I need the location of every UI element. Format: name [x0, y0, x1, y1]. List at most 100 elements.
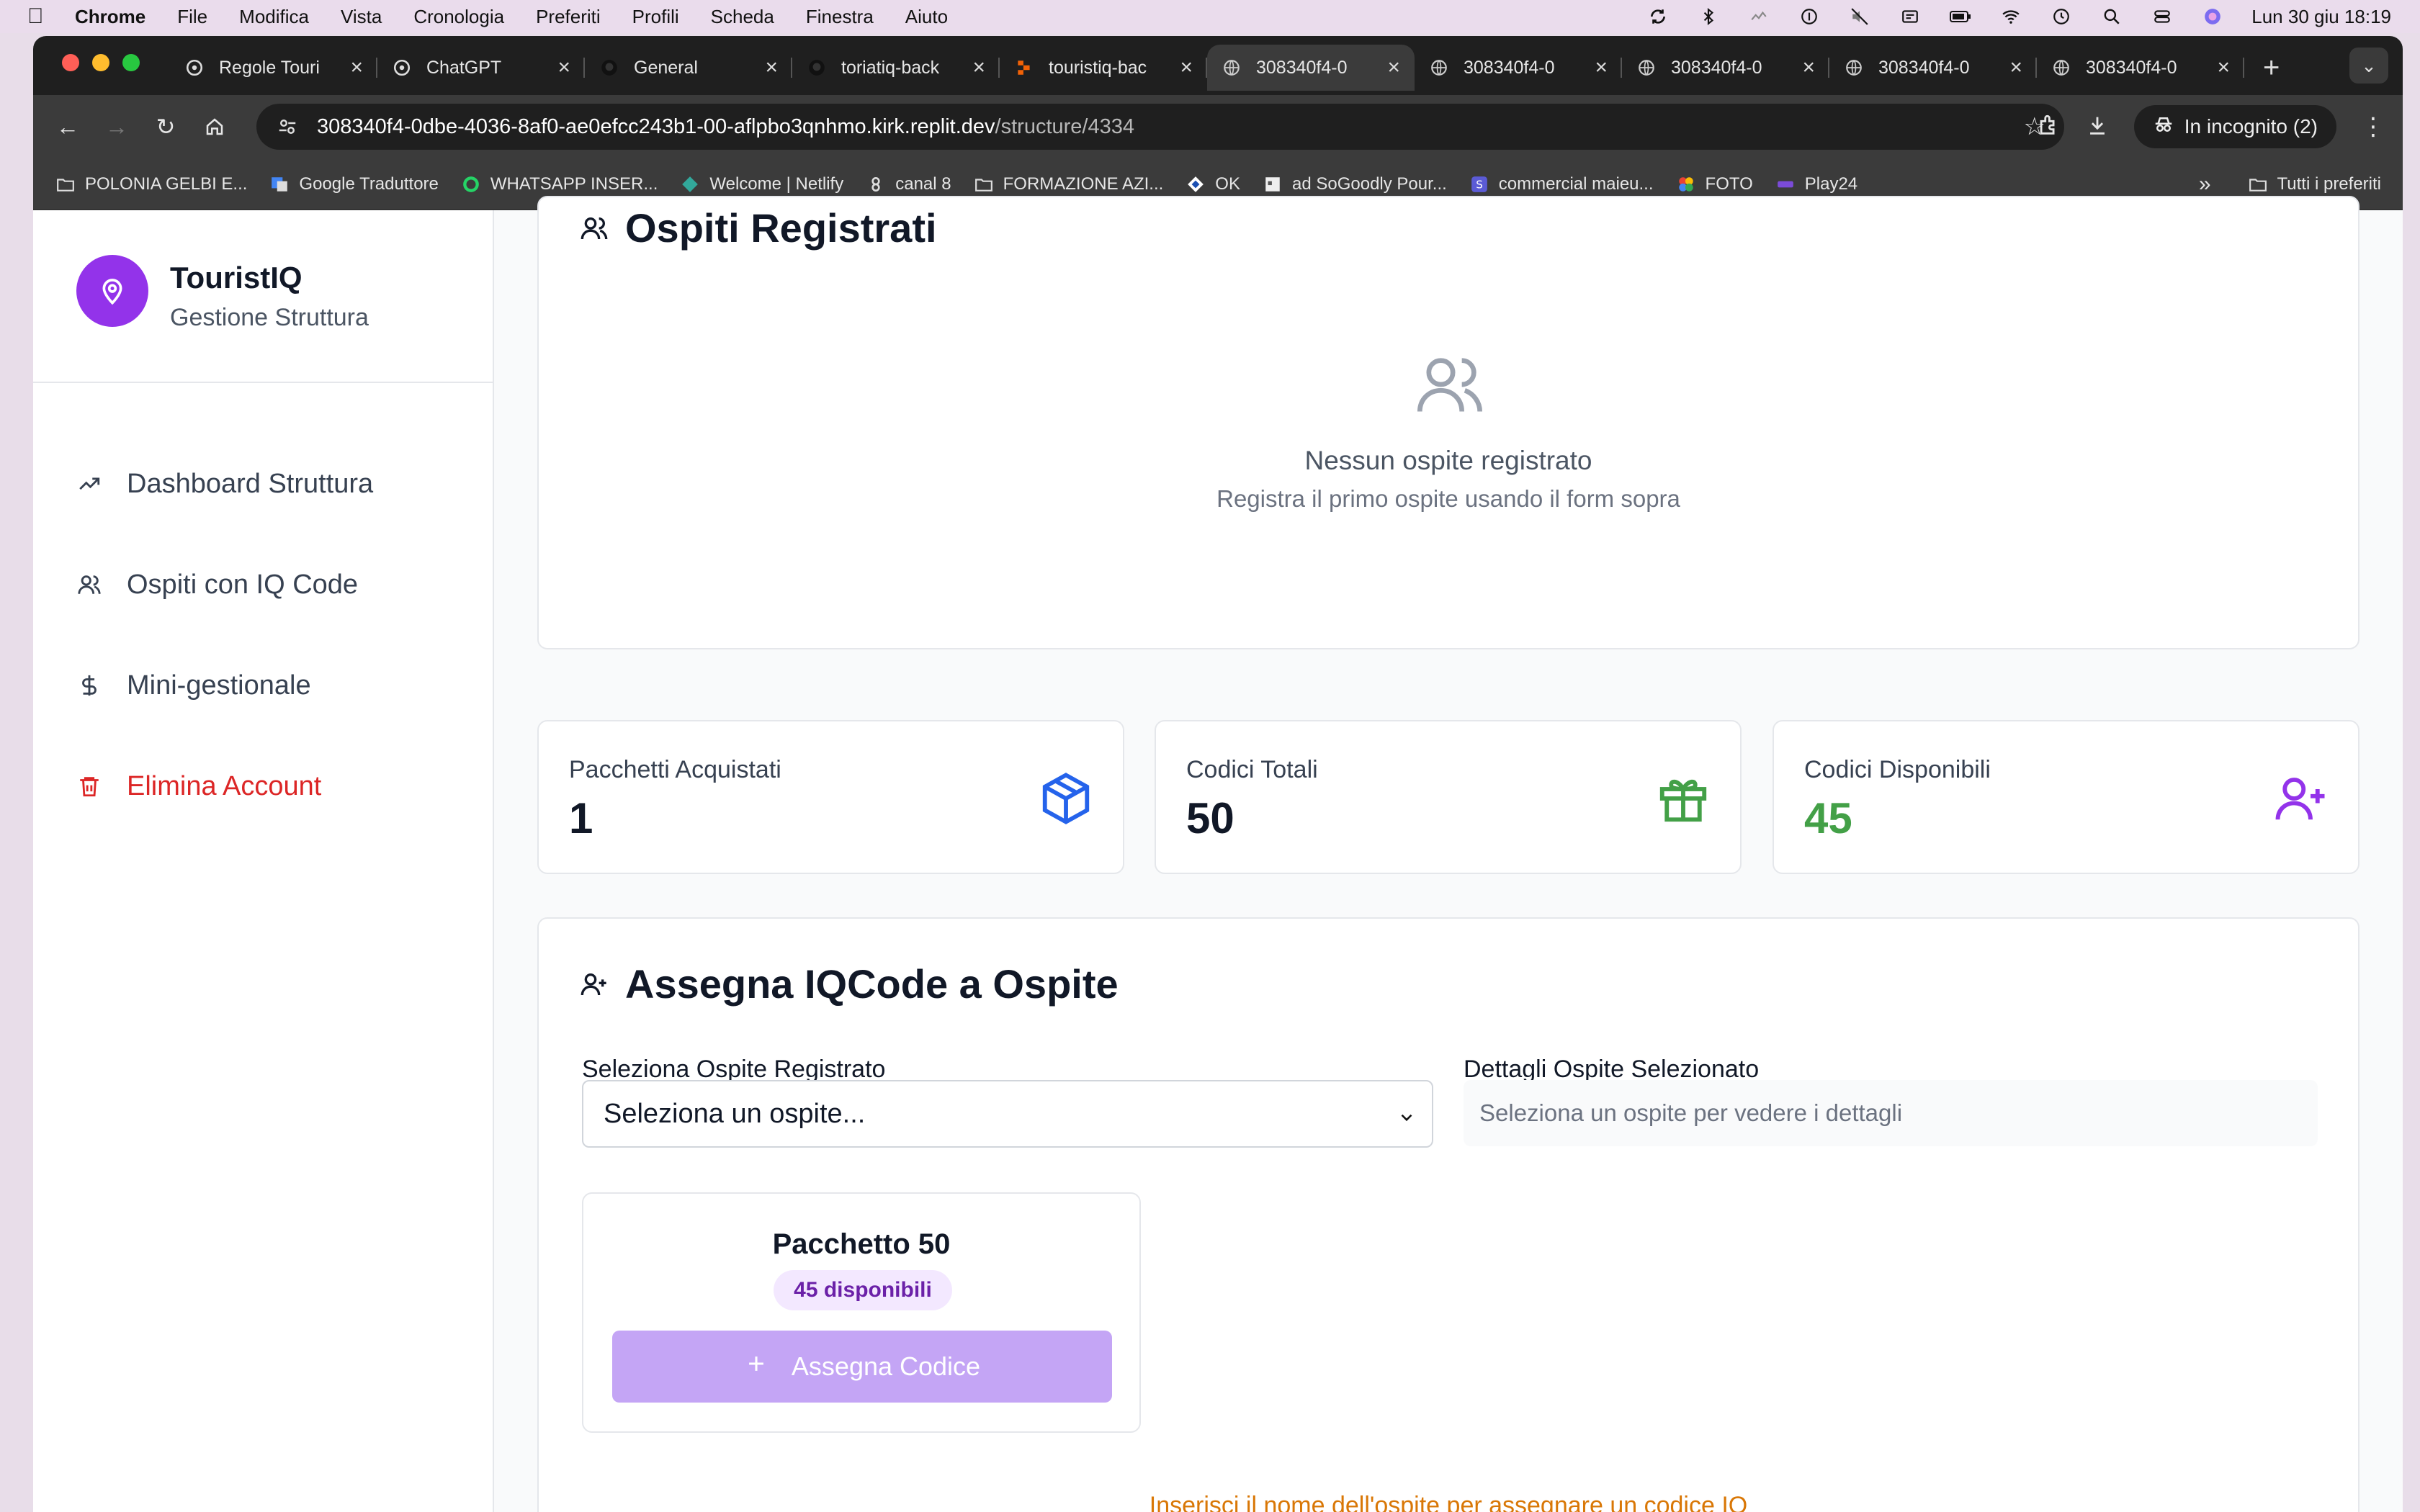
stat-card-total-codes: Codici Totali 50: [1155, 720, 1742, 874]
browser-tab-active[interactable]: 308340f4-0 ×: [1207, 45, 1415, 91]
bookmark-item[interactable]: ad SoGoodly Pour...: [1262, 174, 1447, 194]
bookmark-item[interactable]: Welcome | Netlify: [679, 174, 843, 194]
address-bar[interactable]: 308340f4-0dbe-4036-8af0-ae0efcc243b1-00-…: [256, 104, 2064, 150]
zoom-window-button[interactable]: [122, 54, 140, 71]
bookmark-item[interactable]: FOTO: [1675, 174, 1753, 194]
user-plus-icon: [2273, 770, 2329, 827]
close-tab-icon[interactable]: ×: [557, 55, 570, 80]
accessibility-icon[interactable]: [1798, 7, 1821, 26]
tab-search-chevron-icon[interactable]: ⌄: [2349, 48, 2388, 84]
close-tab-icon[interactable]: ×: [1387, 55, 1400, 80]
incognito-label: In incognito (2): [2184, 115, 2318, 138]
more-menu-icon[interactable]: ⋮: [2361, 112, 2385, 141]
stat-label: Pacchetti Acquistati: [569, 756, 781, 783]
browser-tab[interactable]: toriatiq-back ×: [792, 45, 1000, 91]
assign-title: Assegna IQCode a Ospite: [579, 960, 1119, 1007]
time-machine-icon[interactable]: [2050, 7, 2073, 26]
bookmark-item[interactable]: Google Traduttore: [269, 174, 439, 194]
tab-title: toriatiq-back: [841, 57, 940, 78]
menu-vista[interactable]: Vista: [341, 6, 382, 28]
search-icon[interactable]: [2100, 7, 2123, 26]
sidebar-item-guests[interactable]: Ospiti con IQ Code: [33, 534, 493, 635]
stat-card-packages: Pacchetti Acquistati 1: [537, 720, 1124, 874]
apple-icon[interactable]: : [27, 4, 56, 29]
mute-icon[interactable]: [1848, 7, 1871, 26]
trash-icon: [76, 773, 102, 799]
bookmark-item[interactable]: Scommercial maieu...: [1469, 174, 1654, 194]
extensions-icon[interactable]: [2036, 113, 2061, 141]
guests-title-text: Ospiti Registrati: [625, 205, 937, 251]
tab-strip: Regole Touri × ChatGPT × General × toria…: [33, 36, 2403, 95]
folder-icon: [973, 174, 995, 194]
sync-icon[interactable]: [1646, 7, 1670, 26]
browser-tab[interactable]: General ×: [585, 45, 792, 91]
folder-icon: [2247, 174, 2269, 194]
map-pin-icon: [76, 255, 148, 327]
close-tab-icon[interactable]: ×: [972, 55, 985, 80]
siri-icon[interactable]: [2201, 7, 2224, 26]
browser-tab[interactable]: 308340f4-0 ×: [1415, 45, 1622, 91]
close-tab-icon[interactable]: ×: [2217, 55, 2230, 80]
bookmark-item[interactable]: FORMAZIONE AZI...: [973, 174, 1163, 194]
all-bookmarks-folder[interactable]: Tutti i preferiti: [2247, 174, 2381, 194]
browser-tab[interactable]: touristiq-bac ×: [1000, 45, 1207, 91]
replit-icon: [1014, 58, 1034, 78]
more-bookmarks-chevron-icon[interactable]: »: [2199, 172, 2211, 197]
browser-tab[interactable]: 308340f4-0 ×: [2037, 45, 2244, 91]
close-tab-icon[interactable]: ×: [1595, 55, 1608, 80]
control-center-icon[interactable]: [2151, 7, 2174, 26]
close-window-button[interactable]: [62, 54, 79, 71]
reload-icon[interactable]: ↻: [151, 112, 180, 141]
minimize-window-button[interactable]: [92, 54, 109, 71]
bluetooth-icon[interactable]: [1697, 7, 1720, 26]
close-tab-icon[interactable]: ×: [350, 55, 363, 80]
close-tab-icon[interactable]: ×: [2009, 55, 2022, 80]
menu-preferiti[interactable]: Preferiti: [536, 6, 601, 28]
users-icon: [579, 213, 609, 243]
close-tab-icon[interactable]: ×: [1180, 55, 1193, 80]
browser-tab[interactable]: Regole Touri ×: [170, 45, 377, 91]
home-icon[interactable]: [200, 112, 229, 141]
close-tab-icon[interactable]: ×: [1802, 55, 1815, 80]
download-icon[interactable]: [2085, 113, 2110, 141]
ad-icon: [1262, 174, 1283, 194]
menu-profili[interactable]: Profili: [632, 6, 679, 28]
menu-modifica[interactable]: Modifica: [239, 6, 309, 28]
bookmark-item[interactable]: WHATSAPP INSER...: [460, 174, 658, 194]
battery-icon[interactable]: [1949, 7, 1972, 26]
site-settings-icon[interactable]: [275, 114, 300, 139]
menu-cronologia[interactable]: Cronologia: [413, 6, 504, 28]
back-arrow-icon[interactable]: ←: [53, 112, 82, 141]
menu-scheda[interactable]: Scheda: [711, 6, 774, 28]
browser-tab[interactable]: 308340f4-0 ×: [1622, 45, 1829, 91]
display-icon[interactable]: [1899, 7, 1922, 26]
close-tab-icon[interactable]: ×: [765, 55, 778, 80]
bookmark-item[interactable]: canal 8: [865, 174, 951, 194]
menu-aiuto[interactable]: Aiuto: [905, 6, 948, 28]
bookmark-item[interactable]: Play24: [1775, 174, 1857, 194]
bookmark-item[interactable]: OK: [1185, 174, 1240, 194]
sidebar-item-mini-gestionale[interactable]: Mini-gestionale: [33, 635, 493, 736]
incognito-icon: [2153, 114, 2174, 140]
dots-icon[interactable]: [1747, 7, 1770, 26]
wifi-icon[interactable]: [1999, 7, 2022, 26]
tab-title: touristiq-bac: [1049, 57, 1147, 78]
menubar-datetime[interactable]: Lun 30 giu 18:19: [2251, 6, 2391, 28]
menu-file[interactable]: File: [177, 6, 207, 28]
guest-select[interactable]: Seleziona un ospite...: [582, 1080, 1433, 1148]
new-tab-button[interactable]: +: [2263, 45, 2280, 91]
browser-tab[interactable]: 308340f4-0 ×: [1829, 45, 2037, 91]
incognito-indicator[interactable]: In incognito (2): [2133, 105, 2336, 148]
sidebar-item-label: Ospiti con IQ Code: [127, 569, 359, 600]
tab-title: 308340f4-0: [1878, 57, 1970, 78]
menu-app-chrome[interactable]: Chrome: [75, 6, 145, 28]
forward-arrow-icon[interactable]: →: [102, 112, 131, 141]
sidebar-item-dashboard[interactable]: Dashboard Struttura: [33, 433, 493, 534]
sidebar-item-delete-account[interactable]: Elimina Account: [33, 736, 493, 837]
menu-finestra[interactable]: Finestra: [806, 6, 874, 28]
bookmark-item[interactable]: POLONIA GELBI E...: [55, 174, 247, 194]
folder-icon: [55, 174, 76, 194]
tab-title: Regole Touri: [219, 57, 320, 78]
assign-code-button[interactable]: Assegna Codice: [612, 1331, 1112, 1403]
browser-tab[interactable]: ChatGPT ×: [377, 45, 585, 91]
